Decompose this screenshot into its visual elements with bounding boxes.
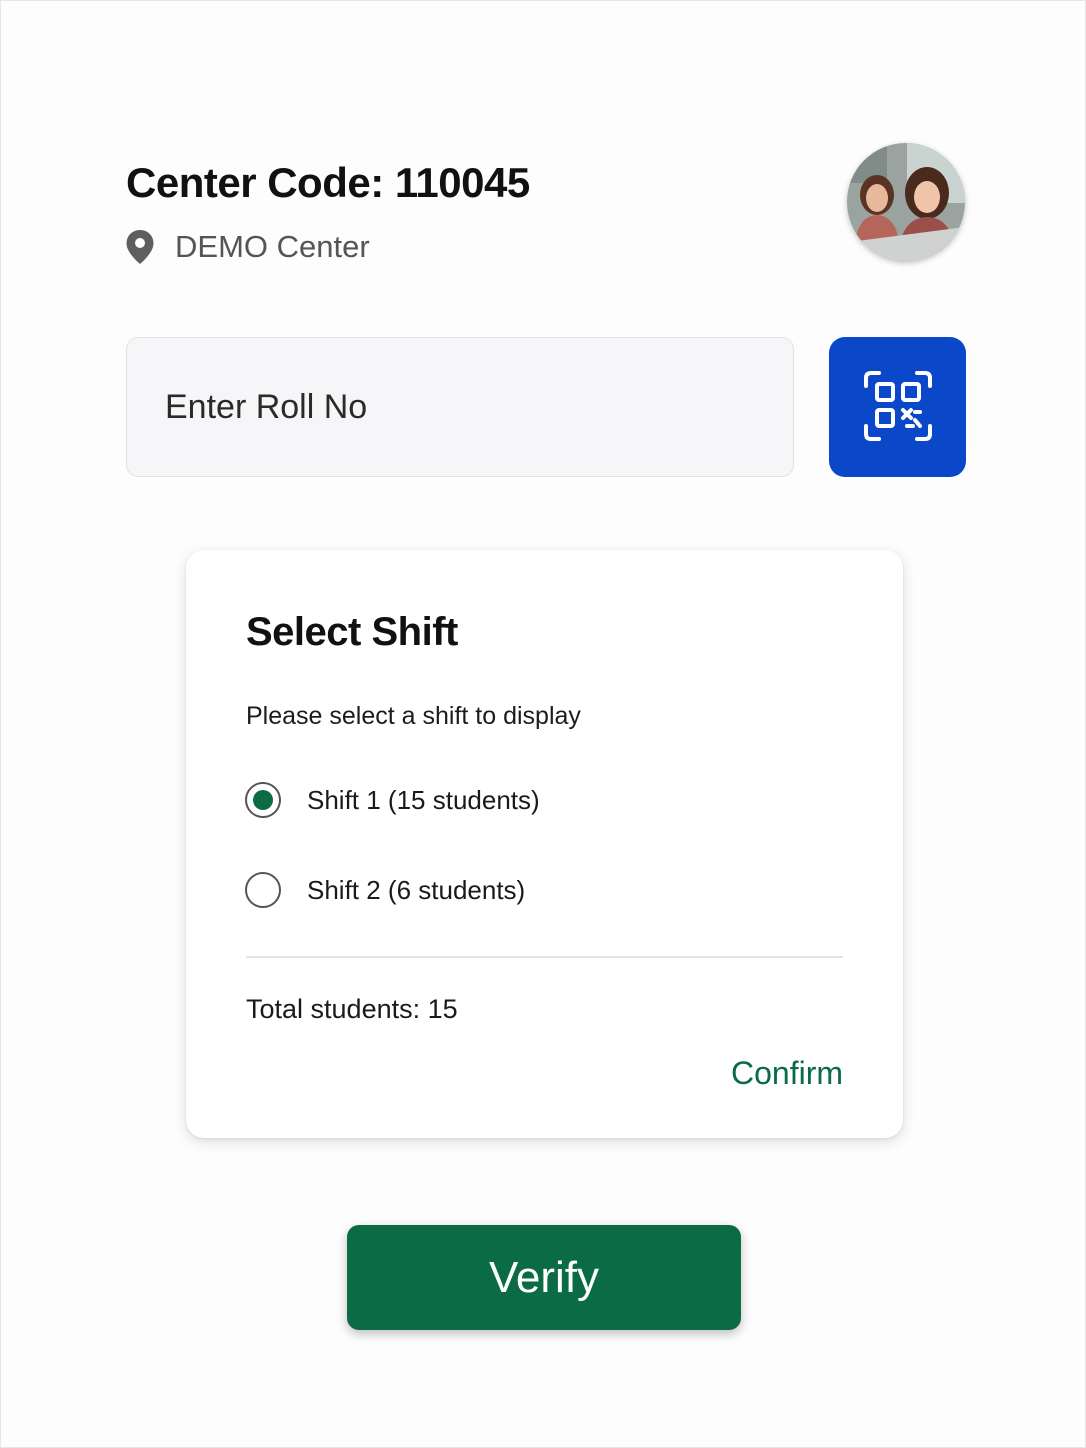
roll-number-input[interactable] [126, 337, 794, 477]
shift-option-2[interactable]: Shift 2 (6 students) [245, 872, 525, 908]
shift-option-label: Shift 2 (6 students) [307, 874, 526, 905]
dialog-title: Select Shift [246, 610, 458, 654]
location-pin-icon [125, 229, 155, 265]
page: Center Code: 110045 DEMO Center Enter Ro… [0, 0, 1086, 1448]
confirm-button[interactable]: Confirm [731, 1055, 843, 1092]
dialog-subtitle: Please select a shift to display [246, 702, 581, 730]
verify-button[interactable]: Verify [347, 1225, 741, 1330]
radio-selected[interactable] [245, 782, 281, 818]
center-code-title: Center Code: 110045 [126, 159, 530, 206]
location-row: DEMO Center [125, 229, 370, 265]
shift-option-1[interactable]: Shift 1 (15 students) [245, 782, 540, 818]
total-students: Total students: 15 [246, 994, 458, 1024]
divider [246, 956, 843, 958]
qr-scan-icon [863, 370, 933, 445]
select-shift-dialog: Select Shift Please select a shift to di… [186, 550, 903, 1138]
center-name: DEMO Center [175, 229, 370, 264]
shift-option-label: Shift 1 (15 students) [307, 784, 540, 815]
radio-unselected[interactable] [245, 872, 281, 908]
qr-scan-button[interactable] [829, 337, 966, 477]
avatar[interactable] [847, 143, 965, 261]
